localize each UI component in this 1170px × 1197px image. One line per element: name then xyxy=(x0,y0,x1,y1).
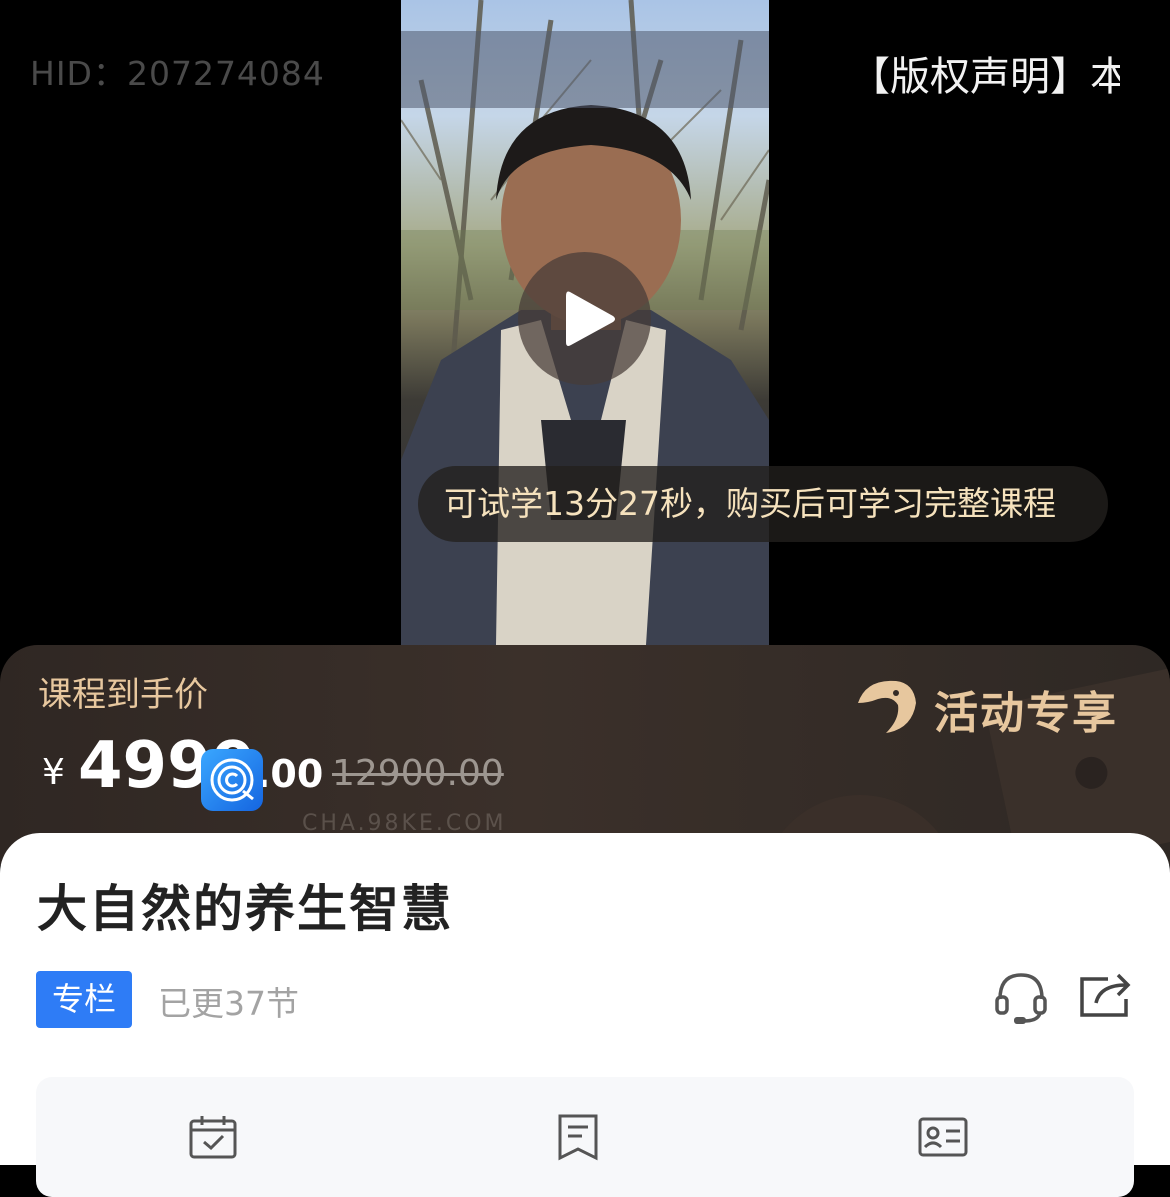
share-icon[interactable] xyxy=(1078,969,1134,1021)
price-panel: 课程到手价 ¥ 4999 .00 12900.00 CHA.98KE.COM 活… xyxy=(0,645,1170,865)
decorative-dot xyxy=(1072,753,1111,792)
app-logo-icon xyxy=(201,749,263,811)
frame-top-bar xyxy=(401,31,769,108)
update-count: 已更37节 xyxy=(158,984,299,1023)
column-tag: 专栏 xyxy=(36,971,132,1028)
current-price-cents: .00 xyxy=(256,752,324,796)
calendar-check-icon[interactable] xyxy=(188,1113,238,1161)
id-card-icon[interactable] xyxy=(918,1113,968,1161)
price-label: 课程到手价 xyxy=(38,675,208,715)
hid-label: HID：207274084 xyxy=(30,54,325,93)
course-title: 大自然的养生智慧 xyxy=(37,880,453,938)
play-icon xyxy=(566,291,615,346)
video-player[interactable]: HID：207274084 【版权声明】本 可试学13分27秒，购买后可学习完整… xyxy=(0,0,1170,645)
currency-symbol: ¥ xyxy=(42,752,65,793)
notes-icon[interactable] xyxy=(554,1113,604,1161)
original-price: 12900.00 xyxy=(332,753,504,794)
headset-icon[interactable] xyxy=(994,969,1048,1025)
trial-notice: 可试学13分27秒，购买后可学习完整课程 xyxy=(418,466,1108,542)
feature-bar xyxy=(36,1077,1134,1197)
promo-text: 活动专享 xyxy=(934,688,1118,739)
course-info-card: 大自然的养生智慧 专栏 已更37节 xyxy=(0,833,1170,1197)
dolphin-logo-icon xyxy=(858,680,916,733)
copyright-notice[interactable]: 【版权声明】本 xyxy=(850,44,1120,102)
play-button[interactable] xyxy=(518,252,651,385)
